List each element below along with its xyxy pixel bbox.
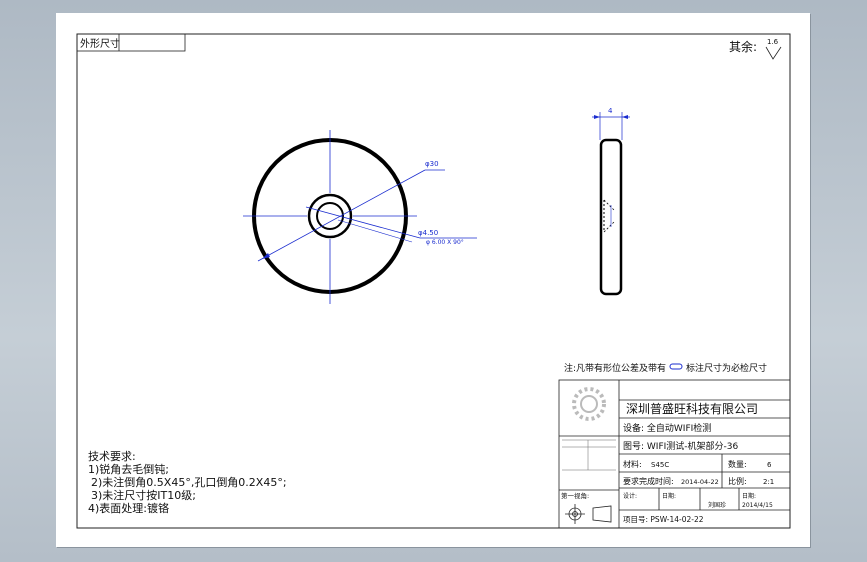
quantity: 6 — [767, 461, 772, 469]
oval-marker — [669, 363, 683, 370]
note-prefix: 注:凡带有形位公差及带有 — [564, 362, 666, 374]
tech-item-2: 2)未注倒角0.5X45°,孔口倒角0.2X45°; — [91, 475, 287, 489]
company-name: 深圳普盛旺科技有限公司 — [626, 401, 758, 416]
dim-hole-tol: φ 6.00 X 90° — [426, 239, 464, 246]
project-number: 项目号: PSW-14-02-22 — [623, 515, 704, 524]
due-date: 2014-04-22 — [681, 478, 719, 486]
date2-value: 2014/4/15 — [742, 502, 773, 509]
tolerance-table — [562, 439, 616, 471]
scale: 2:1 — [763, 478, 774, 486]
tech-item-3: 3)未注尺寸按IT10级; — [91, 488, 196, 502]
note-suffix: 标注尺寸为必检尺寸 — [686, 362, 767, 374]
roughness-label: 其余: — [729, 39, 757, 54]
date2-label: 日期: — [742, 492, 756, 500]
roughness-symbol — [765, 46, 782, 60]
hole-outer-circle — [307, 193, 353, 239]
tech-title: 技术要求: — [88, 450, 136, 463]
date1-label: 日期: — [662, 492, 676, 500]
front-view — [243, 130, 477, 304]
tech-item-1: 1)锐角去毛倒钝; — [88, 462, 169, 476]
roughness-value: 1.6 — [767, 38, 779, 46]
company-logo — [572, 387, 606, 421]
angle-label: 第一视角: — [561, 491, 589, 500]
scale-label: 比例: — [728, 476, 747, 486]
dim-outer: φ30 — [425, 160, 439, 168]
tech-item-4: 4)表面处理:镀铬 — [88, 501, 169, 515]
quantity-label: 数量: — [728, 459, 747, 469]
drawing-number: 图号: WIFI测试-机架部分-36 — [623, 440, 738, 452]
tech-requirements: 技术要求: 1)锐角去毛倒钝; 2)未注倒角0.5X45°,孔口倒角0.2X45… — [88, 450, 287, 515]
top-label: 外形尺寸 — [80, 37, 120, 50]
material: S45C — [651, 461, 669, 469]
design-label: 设计: — [623, 492, 637, 500]
equipment: 设备: 全自动WIFI检测 — [623, 422, 711, 434]
dim-thickness: 4 — [608, 107, 613, 115]
designer: 刘国珍 — [708, 501, 726, 509]
due-label: 要求完成时间: — [623, 476, 674, 486]
first-angle-symbol — [565, 504, 612, 524]
drawing-canvas: 外形尺寸 其余: 1.6 φ30 φ4.50 φ 6.00 X 90° 4 注:… — [76, 33, 791, 529]
dim-hole: φ4.50 — [418, 229, 438, 237]
side-view — [592, 112, 630, 296]
material-label: 材料: — [623, 459, 642, 469]
